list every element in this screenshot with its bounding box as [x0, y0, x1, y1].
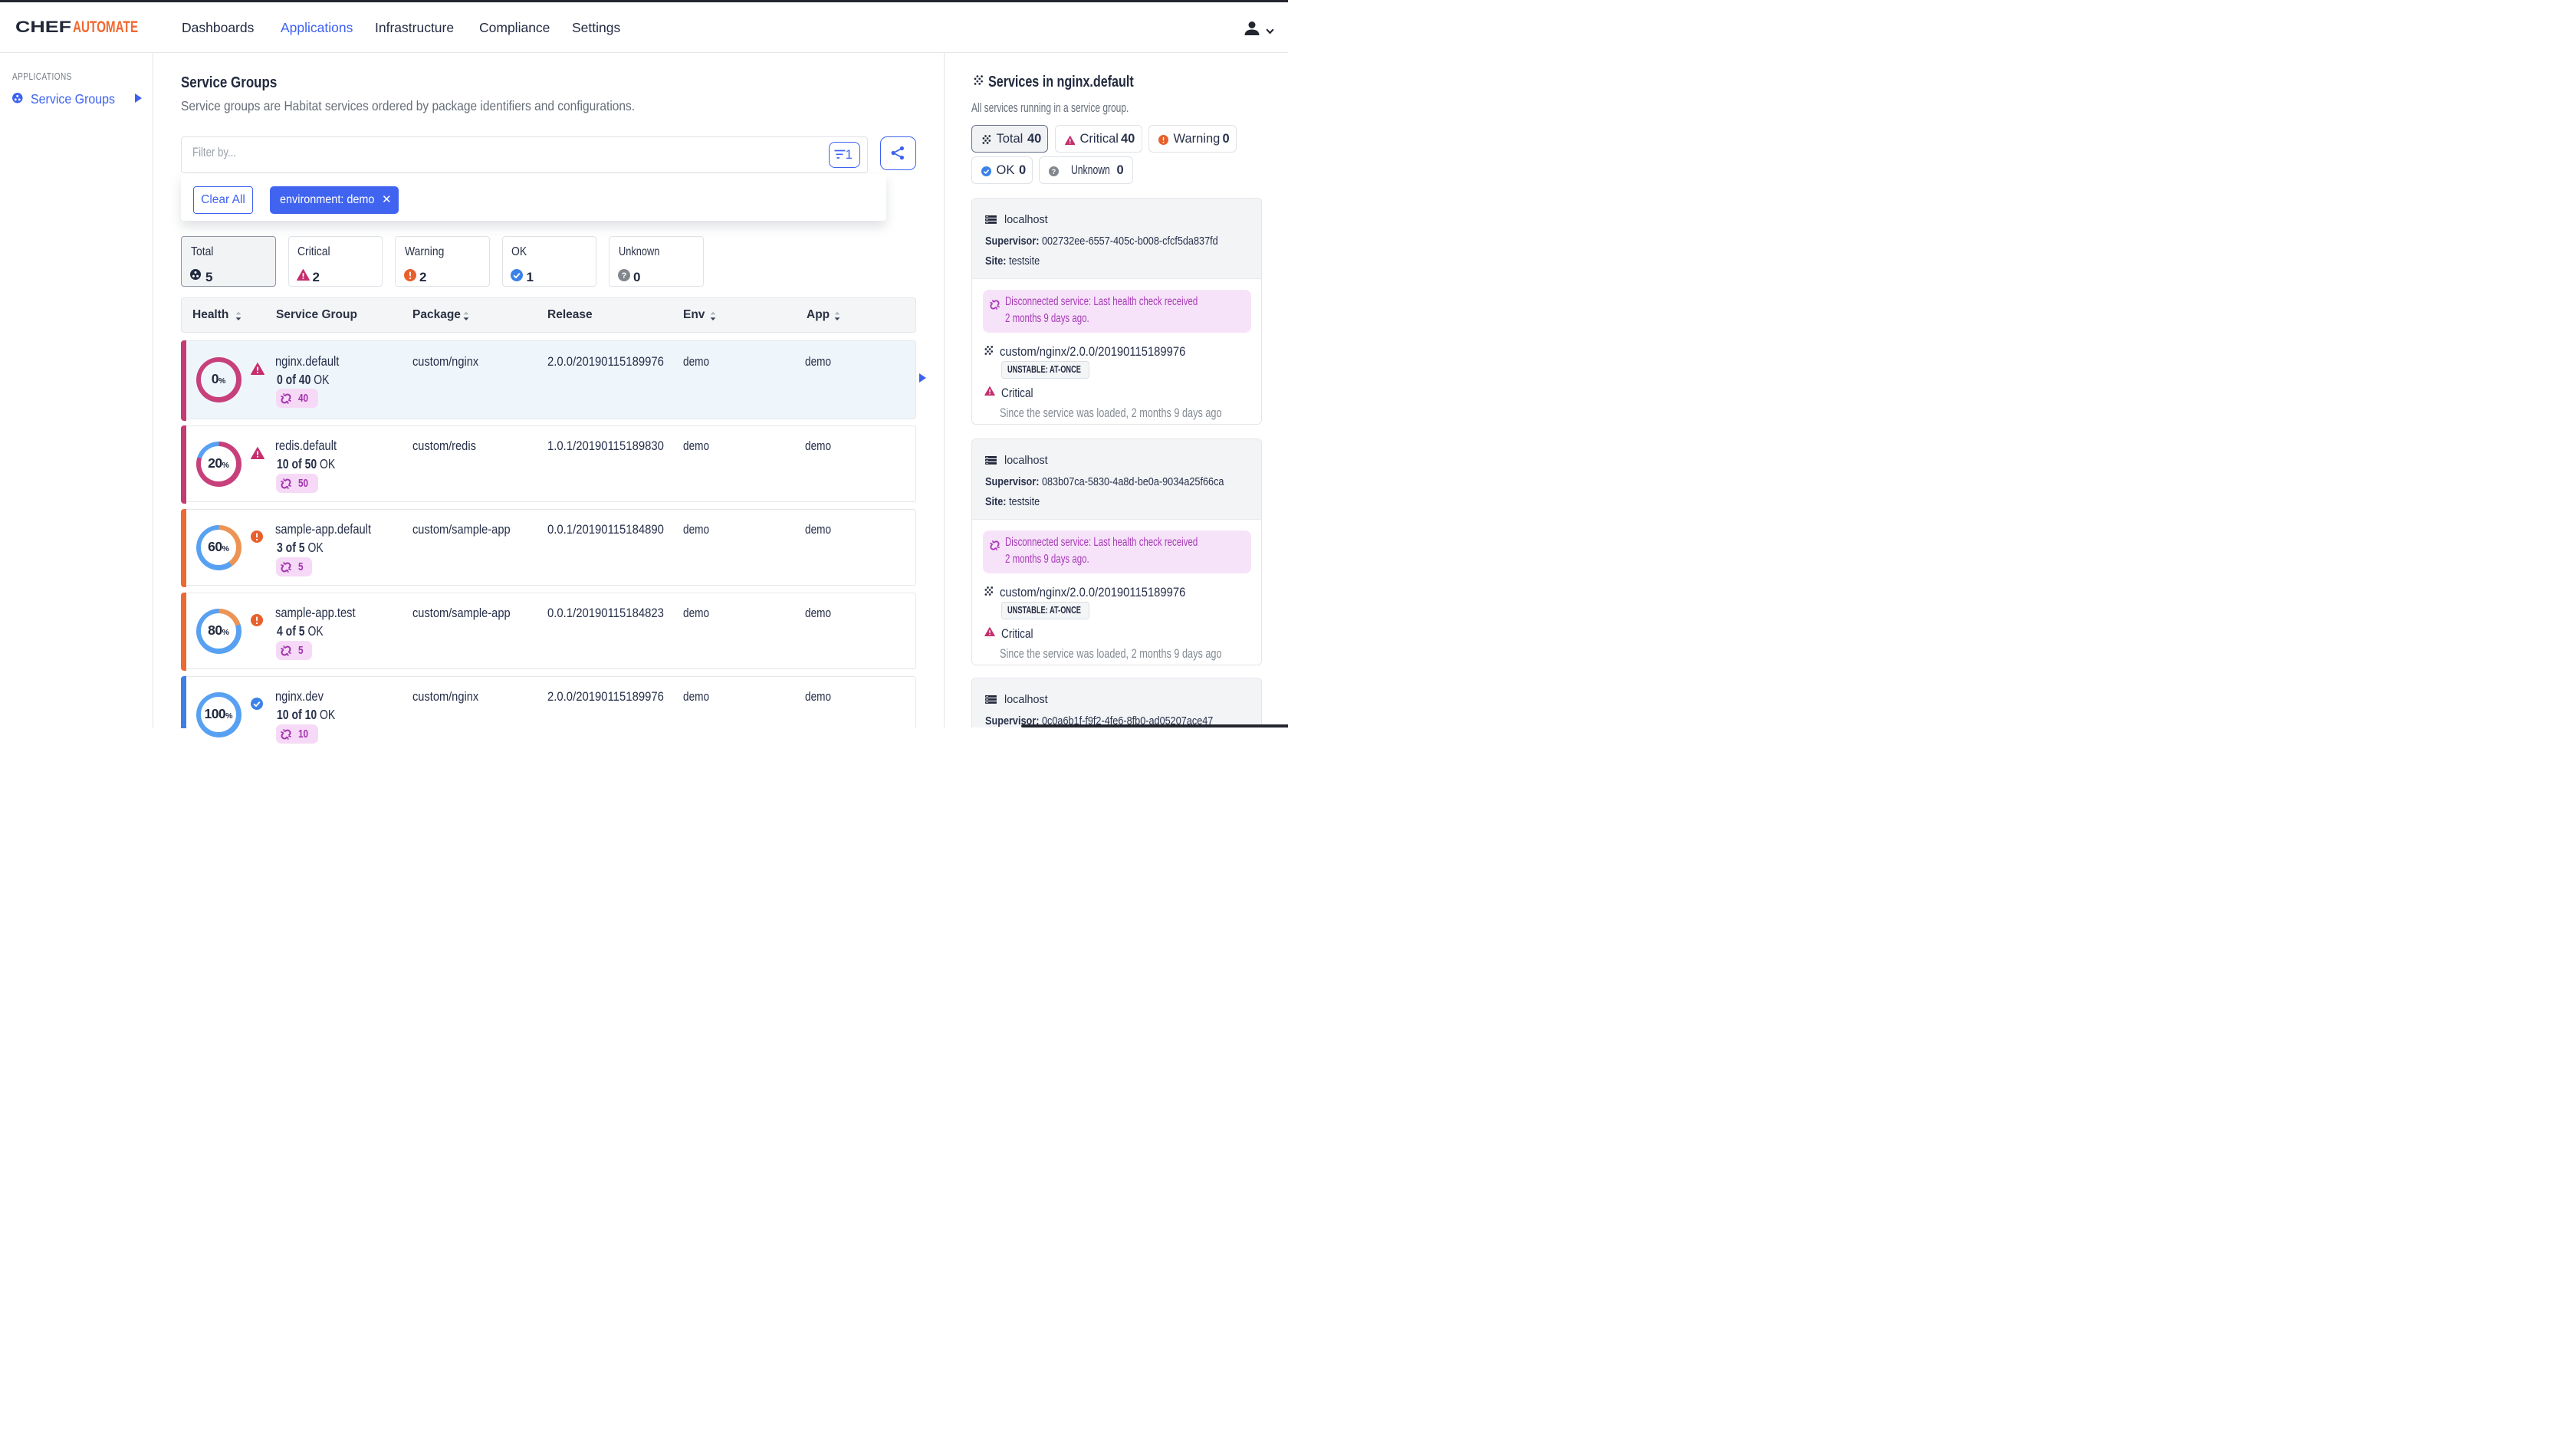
svg-text:AUTOMATE: AUTOMATE: [73, 18, 138, 36]
svg-text:?: ?: [1051, 167, 1055, 175]
svg-text:?: ?: [621, 271, 626, 281]
svg-text:CHEF: CHEF: [15, 18, 71, 36]
